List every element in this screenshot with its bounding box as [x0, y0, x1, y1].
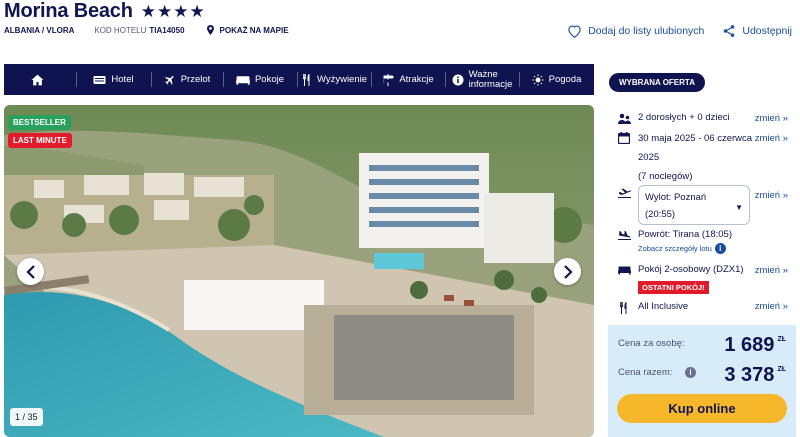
share-icon — [724, 25, 735, 37]
price-per-person-label: Cena za osobę: — [618, 338, 685, 349]
hotel-stars: ★★★★ — [140, 1, 206, 21]
info-icon[interactable]: i — [685, 367, 697, 378]
selected-offer-tag: WYBRANA OFERTA — [609, 73, 705, 92]
sun-icon — [532, 74, 544, 85]
heart-icon — [568, 25, 581, 38]
room-text: Pokój 2-osobowy (DZX1) — [638, 264, 744, 275]
hotel-code: TIA14050 — [149, 25, 185, 35]
flight-details-link[interactable]: Zobacz szczegóły lotu i — [638, 243, 726, 254]
bed-icon — [618, 266, 631, 275]
nav-flight[interactable]: Przelot — [151, 64, 223, 95]
info-icon — [452, 74, 464, 85]
hotel-meta: ALBANIA / VLORA KOD HOTELU TIA14050 POKA… — [4, 25, 289, 35]
price-per-person-value: 1 689 — [724, 334, 775, 356]
change-room-link[interactable]: zmień » — [755, 265, 788, 276]
hotel-photo — [4, 105, 594, 437]
dates-line1: 30 maja 2025 - 06 czerwca — [638, 133, 753, 144]
hotel-icon — [93, 75, 106, 84]
photo-gallery[interactable]: BESTSELLER LAST MINUTE 1 / 35 — [4, 105, 594, 437]
plane-landing-icon — [618, 231, 631, 240]
board-text: All Inclusive — [638, 301, 689, 312]
nav-attractions-label: Atrakcje — [399, 74, 434, 85]
offer-summary: 2 dorosłych + 0 dzieci zmień » 30 maja 2… — [608, 97, 796, 325]
bestseller-badge: BESTSELLER — [8, 115, 71, 130]
hotel-nav-bar: Hotel Przelot Pokoje Wyżywienie Atrakcje… — [4, 64, 594, 95]
departure-select[interactable]: Wylot: Poznań (20:55) ▼ — [638, 185, 750, 225]
nav-weather-label: Pogoda — [548, 74, 582, 85]
dates-line3: (7 noclegów) — [638, 171, 693, 182]
nav-rooms-label: Pokoje — [254, 74, 285, 85]
departure-line1: Wylot: Poznań — [645, 192, 707, 203]
dates-line2: 2025 — [638, 152, 660, 163]
price-total-value: 3 378 — [724, 364, 775, 386]
chevron-right-icon — [563, 264, 573, 279]
price-panel: Cena za osobę: 1 689 ZŁ Cena razem: i 3 … — [608, 325, 796, 437]
cutlery-icon — [302, 73, 310, 86]
share-button[interactable]: Udostępnij — [722, 24, 792, 38]
travelers-text: 2 dorosłych + 0 dzieci — [638, 112, 730, 123]
people-icon — [618, 113, 631, 124]
last-room-badge: OSTATNI POKÓJ! — [638, 281, 709, 294]
share-label: Udostępnij — [742, 25, 792, 37]
nav-attractions[interactable]: Atrakcje — [371, 64, 445, 95]
price-per-person: 1 689 ZŁ — [724, 334, 786, 357]
change-departure-link[interactable]: zmień » — [755, 190, 788, 201]
nav-info-label: Ważne informacje — [468, 69, 513, 90]
return-row: Powrót: Tirana (18:05) — [618, 229, 732, 241]
change-travelers-link[interactable]: zmień » — [755, 113, 788, 124]
nav-weather[interactable]: Pogoda — [519, 64, 594, 95]
nav-info-line2: informacje — [468, 78, 513, 90]
add-to-favorites-button[interactable]: Dodaj do listy ulubionych — [567, 24, 704, 38]
nav-info[interactable]: Ważne informacje — [445, 64, 519, 95]
buy-online-button[interactable]: Kup online — [617, 394, 787, 423]
hotel-name: Morina Beach — [4, 0, 133, 22]
travelers-row: 2 dorosłych + 0 dzieci — [618, 112, 730, 125]
nav-food[interactable]: Wyżywienie — [297, 64, 371, 95]
nav-hotel[interactable]: Hotel — [76, 64, 151, 95]
change-board-link[interactable]: zmień » — [755, 301, 788, 312]
currency-label: ZŁ — [777, 336, 786, 343]
nav-food-label: Wyżywienie — [316, 74, 368, 85]
departure-row: Wylot: Poznań (20:55) ▼ — [618, 185, 750, 225]
return-text: Powrót: Tirana (18:05) — [638, 229, 732, 240]
departure-line2: (20:55) — [645, 209, 676, 220]
flight-details-label: Zobacz szczegóły lotu — [638, 244, 712, 253]
plane-icon — [618, 188, 631, 198]
calendar-icon — [618, 132, 630, 144]
price-total: 3 378 ZŁ — [724, 364, 786, 387]
currency-label: ZŁ — [777, 366, 786, 373]
add-to-favorites-label: Dodaj do listy ulubionych — [588, 25, 705, 37]
dates-row: 30 maja 2025 - 06 czerwca 2025 (7 nocleg… — [618, 129, 752, 186]
show-on-map-label: POKAŻ NA MAPIE — [219, 25, 289, 35]
caret-down-icon: ▼ — [735, 203, 743, 212]
info-icon: i — [714, 243, 726, 254]
page-actions: Dodaj do listy ulubionych Udostępnij — [567, 24, 792, 38]
last-minute-badge: LAST MINUTE — [8, 133, 72, 148]
nav-hotel-label: Hotel — [111, 74, 134, 85]
plane-icon — [164, 75, 174, 85]
price-total-label-text: Cena razem: — [618, 367, 673, 379]
hotel-location: ALBANIA / VLORA — [4, 25, 75, 35]
nav-rooms[interactable]: Pokoje — [223, 64, 297, 95]
hotel-title-row: Morina Beach ★★★★ — [4, 0, 206, 23]
nav-home[interactable] — [4, 64, 76, 95]
chevron-left-icon — [25, 264, 35, 279]
cutlery-icon — [620, 302, 627, 314]
bed-icon — [235, 75, 250, 85]
show-on-map-link[interactable]: POKAŻ NA MAPIE — [206, 25, 289, 35]
board-row: All Inclusive — [618, 301, 688, 314]
home-icon — [31, 74, 44, 85]
room-row: Pokój 2-osobowy (DZX1) — [618, 264, 744, 275]
hotel-code-label: KOD HOTELU — [94, 25, 147, 35]
gallery-counter: 1 / 35 — [10, 408, 43, 426]
nav-flight-label: Przelot — [180, 74, 211, 85]
signpost-icon — [383, 73, 395, 86]
gallery-prev-button[interactable] — [17, 258, 44, 285]
change-dates-link[interactable]: zmień » — [755, 133, 788, 144]
price-total-label: Cena razem: i — [618, 367, 697, 379]
gallery-next-button[interactable] — [554, 258, 581, 285]
map-pin-icon — [206, 25, 214, 35]
dates-text: 30 maja 2025 - 06 czerwca 2025 (7 nocleg… — [638, 129, 752, 186]
